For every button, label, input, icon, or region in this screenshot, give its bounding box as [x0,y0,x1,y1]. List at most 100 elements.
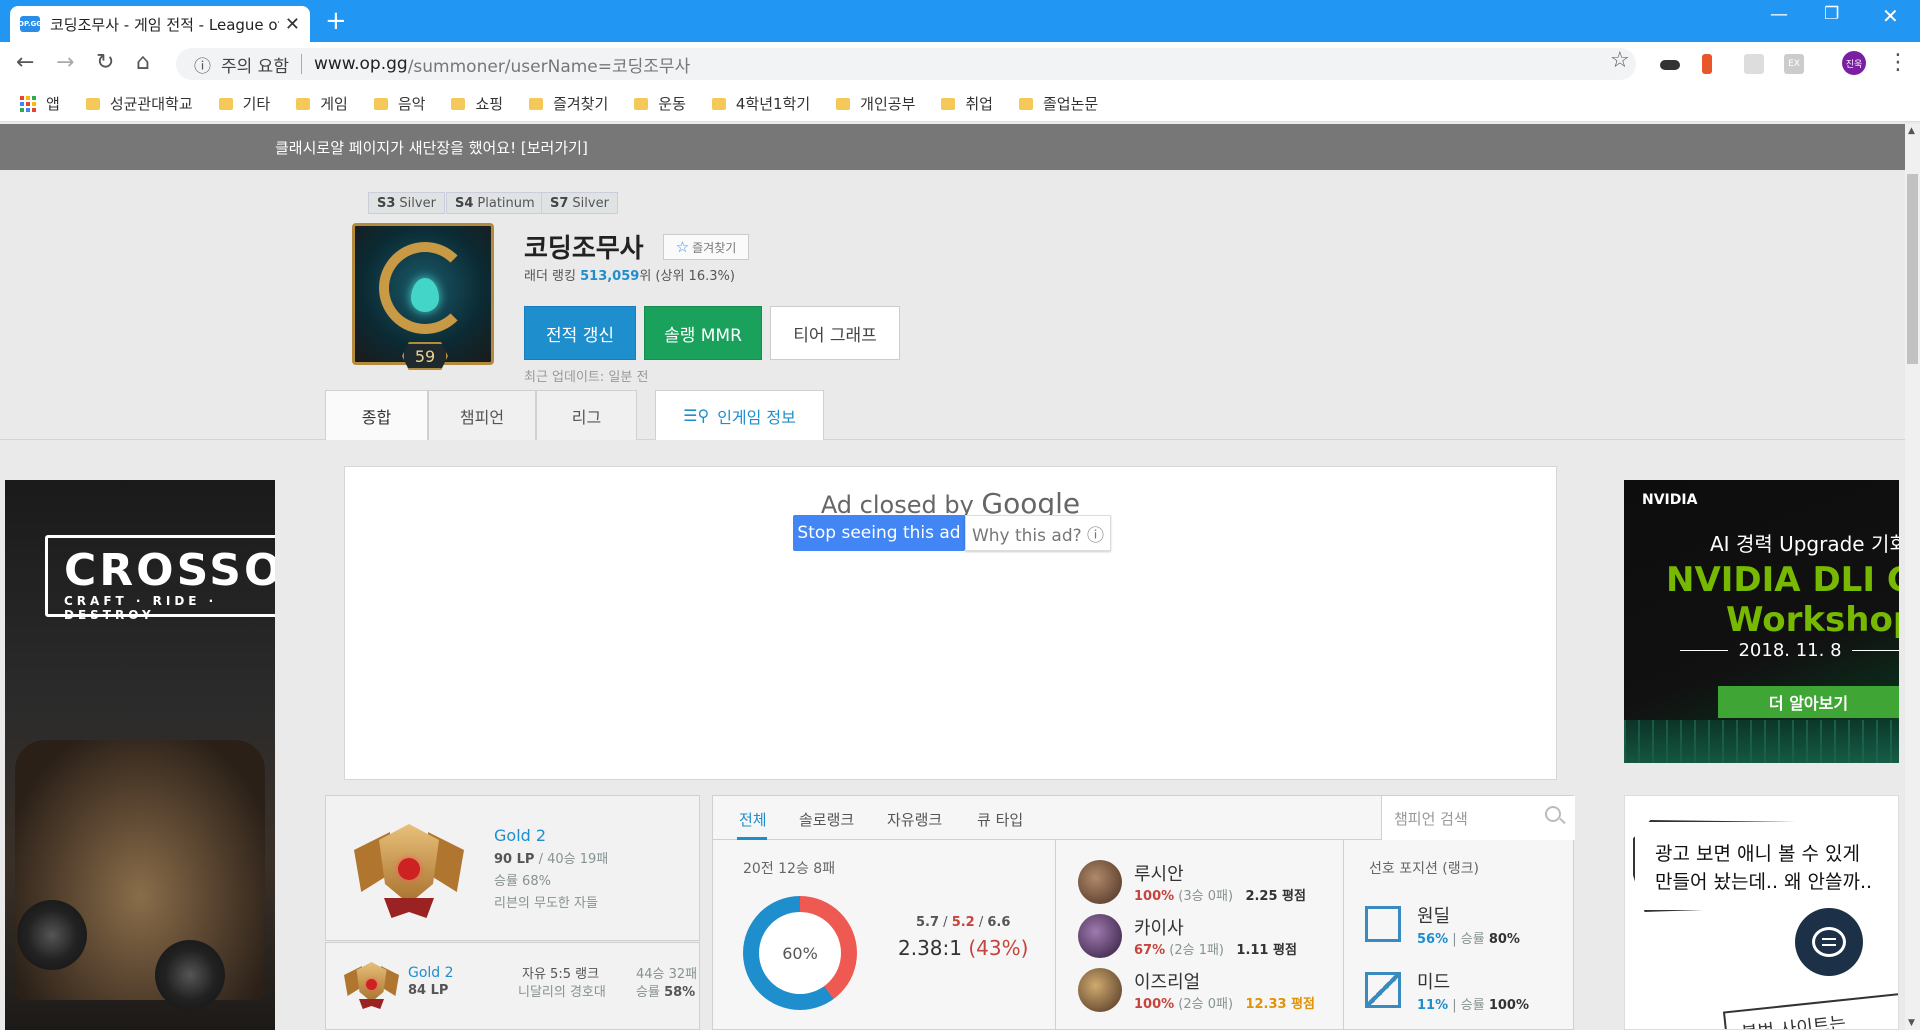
tab-champions[interactable]: 챔피언 [428,390,536,440]
tab-all[interactable]: 전체 [739,809,767,830]
right-banner-ad[interactable]: NVIDIA AI 경력 Upgrade 기회 NVIDIA DLI CUDAW… [1624,480,1899,763]
past-tier-badge: S3 Silver [368,192,445,214]
winrate-value: 60% [759,912,841,994]
why-this-ad-button[interactable]: Why this ad? ⓘ [965,515,1111,551]
flex-queue: 자유 5:5 랭크 [522,967,600,982]
bookmark-folder[interactable]: 게임 [296,93,348,114]
ad-wheel [155,940,225,1010]
tab-league[interactable]: 리그 [536,390,637,440]
folder-icon [85,97,100,110]
flex-record: 44승 32패 [636,967,698,982]
favorite-button[interactable]: ☆ 즐겨찾기 [663,234,749,260]
position-row: 미드 11% | 승률 100% [1365,968,1565,1016]
page-scrollbar[interactable]: ▲ ▼ [1905,124,1920,1030]
winrate-donut-chart: 60% [743,896,857,1010]
bookmark-apps[interactable]: 앱 [20,93,60,114]
summoner-header [0,170,1905,440]
tab-close-icon[interactable]: ✕ [285,14,300,35]
folder-icon [373,97,388,110]
solo-mmr-button[interactable]: 솔랭 MMR [644,306,762,360]
chrome-menu-icon[interactable]: ⋮ [1887,50,1909,75]
active-tab-indicator [737,837,767,840]
extension-card-icon[interactable] [1744,54,1764,74]
search-icon[interactable] [1545,806,1561,822]
right-comic-ad[interactable]: 광고 보면 애니 볼 수 있게 만들어 놨는데.. 왜 안쓸까.. 불법 사이트는 [1624,795,1899,1030]
minimize-icon[interactable]: — [1770,4,1788,25]
tab-overview[interactable]: 종합 [325,390,428,440]
speech-bubble-2: 불법 사이트는 [1722,990,1898,1029]
notice-text[interactable]: 클래시로얄 페이지가 새단장을 했어요! [보러가기] [275,137,588,158]
scrollbar-thumb[interactable] [1907,174,1918,364]
extension-ex-icon[interactable]: EX [1784,54,1804,74]
bookmark-star-icon[interactable]: ☆ [1610,48,1630,73]
speech-bubble: 광고 보면 애니 볼 수 있게 만들어 놨는데.. 왜 안쓸까.. [1633,820,1898,912]
games-summary: 20전 12승 8패 [743,861,836,877]
bookmark-folder[interactable]: 기타 [218,93,270,114]
home-icon[interactable]: ⌂ [136,50,150,75]
champion-stat-row[interactable]: 카이사 67% (2승 1패) 1.11 평점 [1078,914,1338,964]
folder-icon [218,97,233,110]
bookmark-label: 개인공부 [860,95,916,113]
flex-rank-box: Gold 2 84 LP 자유 5:5 랭크 니달리의 경호대 44승 32패 … [325,942,700,1030]
info-icon[interactable]: ⓘ [194,52,211,77]
bookmark-folder[interactable]: 졸업논문 [1018,93,1098,114]
star-icon: ☆ [675,238,690,256]
scroll-down-icon[interactable]: ▼ [1908,1018,1915,1028]
folder-icon [941,97,956,110]
window-close-icon[interactable]: ✕ [1882,4,1899,28]
bookmark-folder[interactable]: 운동 [634,93,686,114]
kda-line: 5.7 / 5.2 / 6.6 [916,915,1011,930]
ad-wheel [17,900,87,970]
tab-queue-type[interactable]: 큐 타입 [977,809,1023,830]
browser-tab[interactable]: OP.GG 코딩조무사 - 게임 전적 - League of Legends … [10,6,310,42]
gold-tier-emblem [354,814,464,924]
apps-grid-icon [20,95,36,112]
bookmark-folder[interactable]: 즐겨찾기 [529,93,608,114]
column-divider [1055,840,1056,1030]
reload-icon[interactable]: ↻ [96,50,114,75]
champion-search-input[interactable]: 챔피언 검색 [1381,796,1575,840]
ad-date: 2018. 11. 8 [1670,640,1899,661]
ad-grid-graphic [1624,720,1899,763]
tab-flex-rank[interactable]: 자유랭크 [887,809,942,830]
omnibox-separator [300,54,302,74]
address-bar[interactable]: ⓘ 주의 요함 www.op.gg/summoner/userName=코딩조무… [176,48,1636,80]
bookmark-folder[interactable]: 음악 [373,93,426,114]
bookmark-label: 즐겨찾기 [553,95,609,113]
scroll-up-icon[interactable]: ▲ [1908,126,1915,136]
left-banner-ad[interactable]: CROSSOUT CRAFT · RIDE · DESTROY [5,480,275,1030]
notice-banner[interactable]: 클래시로얄 페이지가 새단장을 했어요! [보러가기] [0,124,1905,170]
adc-position-icon [1365,906,1401,942]
champion-stat-row[interactable]: 루시안 100% (3승 0패) 2.25 평점 [1078,860,1338,910]
folder-icon [836,97,851,110]
bookmark-folder[interactable]: 취업 [941,93,993,114]
ladder-rank[interactable]: 513,059 [580,269,639,284]
champion-stat-row[interactable]: 이즈리얼 100% (2승 0패) 12.33 평점 [1078,968,1338,1018]
back-icon[interactable]: ← [16,50,34,75]
forward-icon[interactable]: → [56,50,74,75]
bookmark-folder[interactable]: 개인공부 [836,93,915,114]
restore-icon[interactable]: ❐ [1824,4,1839,24]
champion-portrait-lucian [1078,860,1122,904]
extension-mask-icon[interactable] [1660,60,1680,70]
bookmark-label: 성균관대학교 [109,95,193,113]
position-title: 선호 포지션 (랭크) [1369,861,1479,877]
tier-graph-button[interactable]: 티어 그래프 [770,306,900,360]
bookmark-folder[interactable]: 쇼핑 [451,93,503,114]
new-tab-button[interactable]: + [325,6,347,36]
stop-seeing-ad-button[interactable]: Stop seeing this ad [793,515,965,551]
ad-learn-more-button[interactable]: 더 알아보기 [1718,686,1899,718]
bookmark-label: 음악 [397,95,426,113]
bookmark-folder[interactable]: 성균관대학교 [85,93,193,114]
tab-ingame[interactable]: ☰⚲ 인게임 정보 [655,390,824,440]
chat-button[interactable] [1795,908,1863,976]
champion-portrait-ezreal [1078,968,1122,1012]
bookmarks-bar: 앱 성균관대학교 기타 게임 음악 쇼핑 즐겨찾기 운동 4학년1학기 개인공부… [0,86,1920,122]
renew-button[interactable]: 전적 갱신 [524,306,636,360]
profile-avatar[interactable]: 진욱 [1842,51,1866,75]
bookmark-folder[interactable]: 4학년1학기 [711,93,810,114]
bookmark-label: 취업 [965,95,993,113]
flex-tier: Gold 2 [408,965,454,981]
extension-office-icon[interactable] [1702,54,1712,74]
tab-solo-rank[interactable]: 솔로랭크 [799,809,854,830]
